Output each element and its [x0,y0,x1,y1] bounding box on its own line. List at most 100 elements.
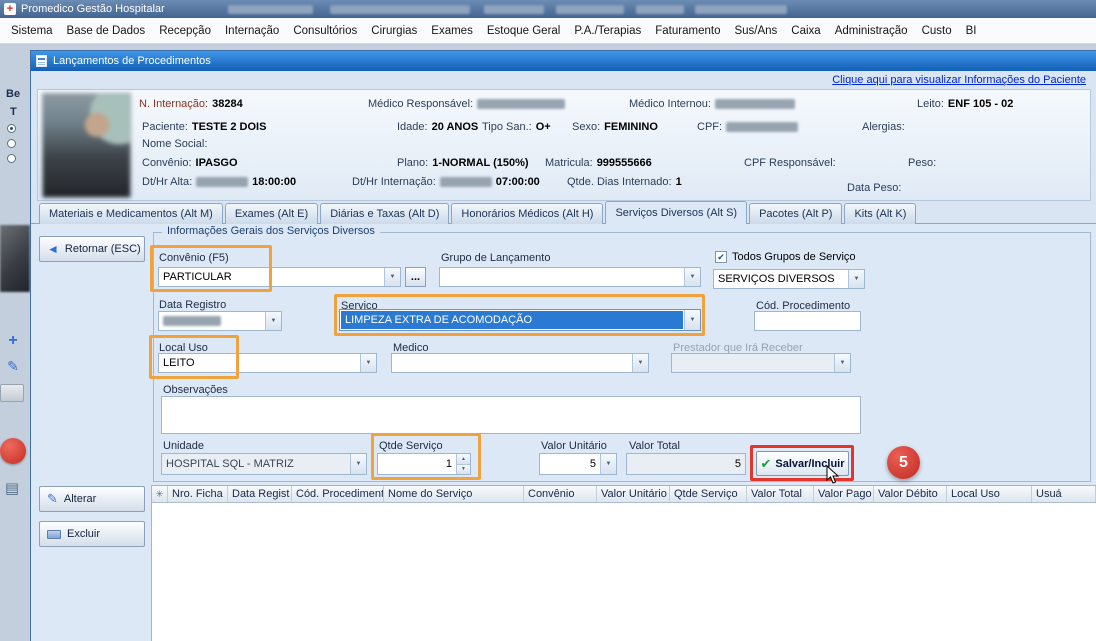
valor-unitario-field[interactable]: 5 ▼ [539,453,617,475]
redacted-text [556,5,624,14]
app-title: Promedico Gestão Hospitalar [21,3,165,15]
convenio-dropdown[interactable]: PARTICULAR ▼ [158,267,401,287]
field-tipo-sanguineo: Tipo San.:O+ [482,121,551,133]
background-radio-button[interactable] [7,139,16,148]
grid-col-nome-servico[interactable]: Nome do Serviço [384,486,524,502]
observacoes-textarea[interactable] [161,396,861,434]
medico-dropdown[interactable]: ▼ [391,353,649,373]
dropdown-arrow-icon: ▼ [834,354,850,372]
dropdown-arrow-icon[interactable]: ▼ [684,310,700,330]
menu-internacao[interactable]: Internação [218,21,286,41]
grid-col-data-regist[interactable]: Data Regist [228,486,292,502]
menu-sus-ans[interactable]: Sus/Ans [727,21,784,41]
dropdown-arrow-icon[interactable]: ▼ [600,454,616,474]
background-radio-button[interactable] [7,154,16,163]
tab-pacotes[interactable]: Pacotes (Alt P) [749,203,842,224]
dropdown-arrow-icon[interactable]: ▼ [384,268,400,286]
tab-honorarios-medicos[interactable]: Honorários Médicos (Alt H) [451,203,603,224]
unidade-dropdown[interactable]: HOSPITAL SQL - MATRIZ ▼ [161,453,367,475]
background-toolbar-button[interactable] [0,384,24,402]
field-n-internacao: N. Internação:38284 [139,98,243,110]
grupo-lancamento-dropdown[interactable]: ▼ [439,267,701,287]
spin-down-icon[interactable]: ▼ [457,465,470,475]
field-label: Médico Internou: [629,98,711,110]
dropdown-arrow-icon[interactable]: ▼ [265,312,281,330]
screen: + Promedico Gestão Hospitalar Sistema Ba… [0,0,1096,641]
field-value: IPASGO [196,157,238,169]
grid-col-cod-procedimento[interactable]: Cód. Procediment [292,486,384,502]
field-paciente: Paciente:TESTE 2 DOIS [142,121,266,133]
alterar-button[interactable]: ✎ Alterar [39,486,145,512]
data-registro-field[interactable]: ▼ [158,311,282,331]
field-value: O+ [536,121,551,133]
field-label: Qtde. Dias Internado: [567,176,672,188]
menu-custo[interactable]: Custo [915,21,959,41]
field-value: 07:00:00 [496,176,540,188]
grid-marker-icon: ✳ [152,486,168,502]
field-value: TESTE 2 DOIS [192,121,267,133]
todos-grupos-checkbox[interactable]: ✔ [715,251,727,263]
grupo-servico-dropdown[interactable]: SERVIÇOS DIVERSOS ▼ [713,269,865,289]
menu-sistema[interactable]: Sistema [4,21,60,41]
menu-caixa[interactable]: Caixa [784,21,827,41]
red-circle-icon[interactable] [0,438,26,464]
menu-bi[interactable]: BI [959,21,984,41]
servico-combobox[interactable]: LIMPEZA EXTRA DE ACOMODAÇÃO ▼ [339,309,701,331]
local-uso-dropdown[interactable]: LEITO ▼ [158,353,377,373]
tab-materiais-medicamentos[interactable]: Materiais e Medicamentos (Alt M) [39,203,223,224]
menu-administracao[interactable]: Administração [828,21,915,41]
dropdown-arrow-icon[interactable]: ▼ [350,454,366,474]
edit-pencil-icon[interactable]: ✎ [2,355,24,377]
dropdown-arrow-icon[interactable]: ▼ [632,354,648,372]
background-partial-text: T [10,106,17,118]
grid-empty-body[interactable] [152,503,1096,641]
background-radio-button[interactable] [7,124,16,133]
grid-col-usuario[interactable]: Usuá [1032,486,1096,502]
grid-col-local-uso[interactable]: Local Uso [947,486,1032,502]
grid-col-convenio[interactable]: Convênio [524,486,597,502]
menu-recepcao[interactable]: Recepção [152,21,218,41]
field-label: Matricula: [545,157,593,169]
menu-estoque-geral[interactable]: Estoque Geral [480,21,568,41]
tab-servicos-diversos[interactable]: Serviços Diversos (Alt S) [605,201,747,224]
grid-col-valor-debito[interactable]: Valor Débito [874,486,947,502]
tab-diarias-taxas[interactable]: Diárias e Taxas (Alt D) [320,203,449,224]
tab-kits[interactable]: Kits (Alt K) [844,203,916,224]
menu-exames[interactable]: Exames [424,21,480,41]
spin-up-icon[interactable]: ▲ [457,454,470,465]
convenio-lookup-button[interactable]: ... [405,267,426,287]
lancamentos-window: Lançamentos de Procedimentos Clique aqui… [30,50,1096,641]
grid-col-valor-unitario[interactable]: Valor Unitário [597,486,670,502]
dropdown-arrow-icon[interactable]: ▼ [848,270,864,288]
tab-exames[interactable]: Exames (Alt E) [225,203,318,224]
grid-col-valor-total[interactable]: Valor Total [747,486,814,502]
field-value: 20 ANOS [432,121,479,133]
field-label: Nome Social: [142,138,207,150]
field-label: Convênio: [142,157,192,169]
menu-faturamento[interactable]: Faturamento [648,21,727,41]
menu-pa-terapias[interactable]: P.A./Terapias [567,21,648,41]
grid-col-qtde-servico[interactable]: Qtde Serviço [670,486,747,502]
valor-unitario-value: 5 [540,454,600,474]
dropdown-arrow-icon[interactable]: ▼ [684,268,700,286]
retornar-button[interactable]: ◄ Retornar (ESC) [39,236,145,262]
redacted-text [695,5,787,14]
grid-col-valor-pago[interactable]: Valor Pago [814,486,874,502]
cod-procedimento-input[interactable] [754,311,861,331]
grid-col-nro-ficha[interactable]: Nro. Ficha [168,486,228,502]
menu-consultorios[interactable]: Consultórios [286,21,364,41]
field-label: Dt/Hr Alta: [142,176,192,188]
add-icon[interactable]: + [2,330,24,352]
menu-cirurgias[interactable]: Cirurgias [364,21,424,41]
pencil-icon: ✎ [47,491,58,507]
menu-base-de-dados[interactable]: Base de Dados [60,21,153,41]
redacted-text [636,5,684,14]
excluir-button[interactable]: Excluir [39,521,145,547]
inner-window-title: Lançamentos de Procedimentos [53,55,211,67]
patient-info-link[interactable]: Clique aqui para visualizar Informações … [832,74,1086,86]
dropdown-arrow-icon[interactable]: ▼ [360,354,376,372]
qtde-servico-spinner[interactable]: 1 ▲▼ [377,453,471,475]
field-value: ENF 105 - 02 [948,98,1013,110]
printer-icon[interactable]: ▤ [0,478,24,498]
qtde-servico-value: 1 [378,454,456,474]
